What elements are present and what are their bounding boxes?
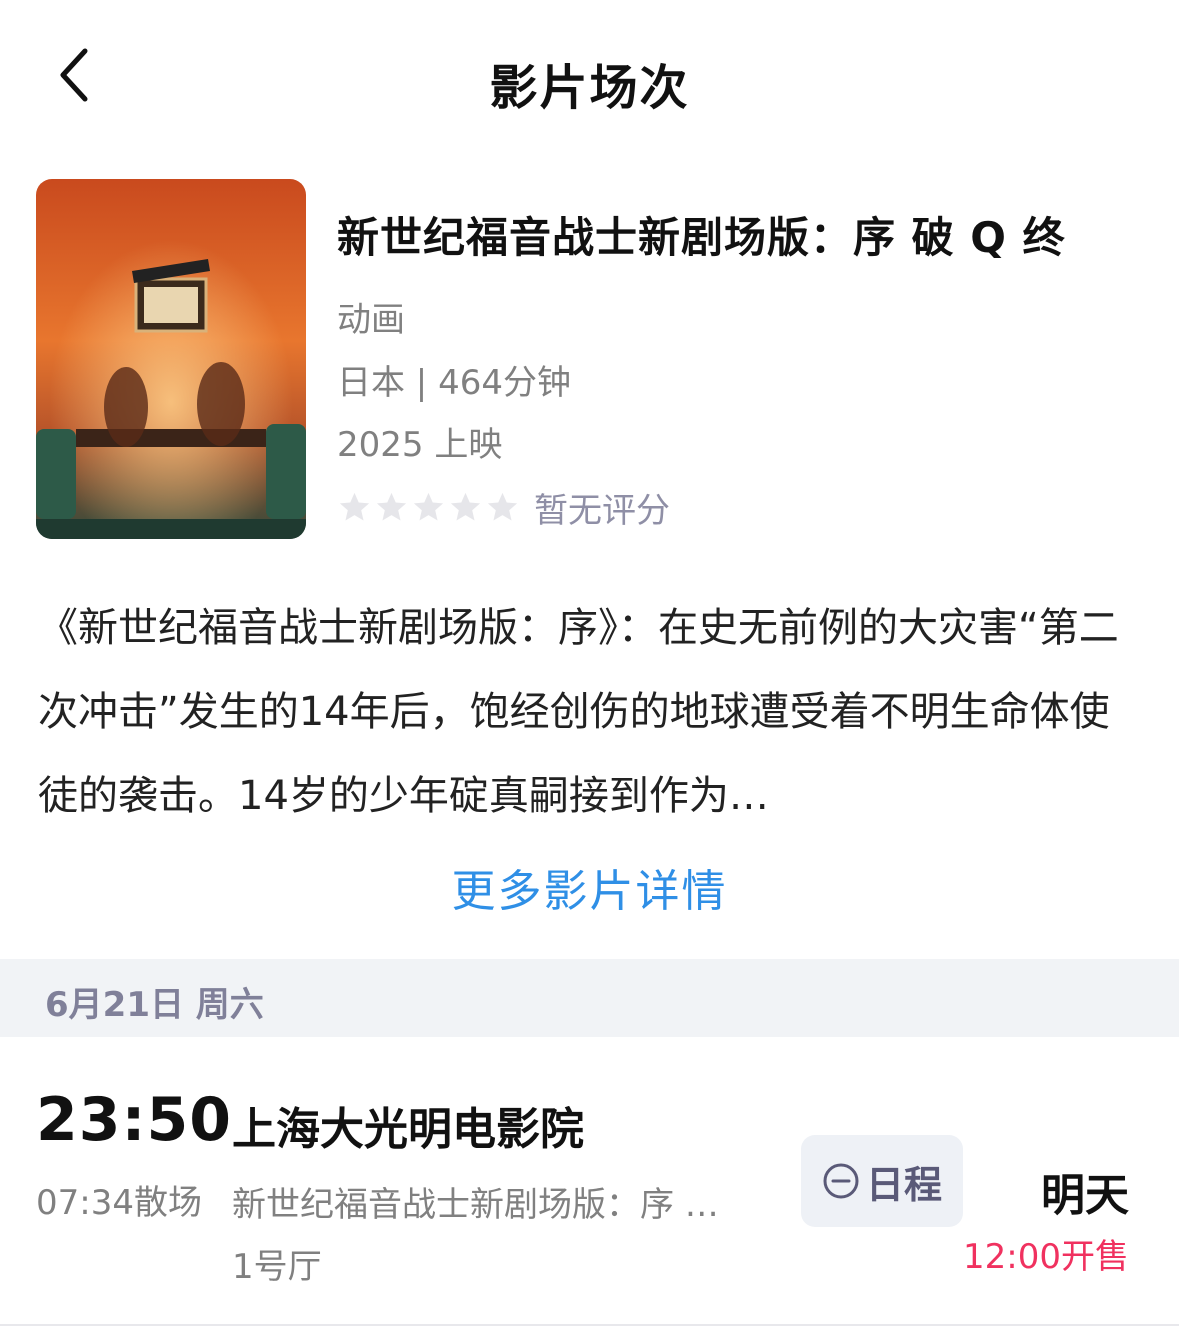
show-movie-title: 新世纪福音战士新剧场版：序 …: [232, 1185, 719, 1225]
star-icon: [376, 492, 407, 520]
sale-time: 12:00开售: [963, 1237, 1129, 1277]
show-hall: 1号厅: [232, 1247, 322, 1287]
star-icon: [339, 492, 370, 520]
date-header: 6月21日 周六: [0, 959, 1179, 1037]
rating-row: 暂无评分: [337, 484, 670, 531]
rating-stars: [337, 490, 520, 525]
movie-genre: 动画: [337, 300, 405, 340]
star-icon: [413, 492, 444, 520]
divider: [0, 1324, 1179, 1326]
movie-poster-image: [36, 179, 306, 539]
more-details-link[interactable]: 更多影片详情: [0, 855, 1179, 919]
minus-circle-icon: [823, 1163, 859, 1199]
schedule-label: 日程: [865, 1162, 942, 1207]
show-end-time: 07:34散场: [36, 1183, 202, 1223]
rating-text: 暂无评分: [534, 490, 670, 531]
movie-title: 新世纪福音战士新剧场版：序 破 Q 终: [337, 213, 1066, 262]
date-label: 6月21日 周六: [45, 985, 264, 1025]
showtime-row[interactable]: 23:50 07:34散场 上海大光明电影院 新世纪福音战士新剧场版：序 … 1…: [0, 1037, 1179, 1325]
star-icon: [487, 492, 518, 520]
show-start-time: 23:50: [36, 1085, 232, 1155]
movie-release: 2025 上映: [337, 425, 503, 465]
page-title: 影片场次: [489, 60, 690, 116]
schedule-button[interactable]: 日程: [801, 1135, 963, 1227]
nav-bar: 影片场次: [0, 0, 1179, 150]
cinema-name: 上海大光明电影院: [232, 1104, 584, 1155]
movie-synopsis: 《新世纪福音战士新剧场版：序》：在史无前例的大灾害“第二次冲击”发生的14年后，…: [38, 605, 1119, 819]
sale-day: 明天: [1041, 1170, 1129, 1221]
star-icon: [450, 492, 481, 520]
movie-meta: 日本 | 464分钟: [337, 363, 571, 403]
movie-poster[interactable]: [36, 179, 306, 539]
